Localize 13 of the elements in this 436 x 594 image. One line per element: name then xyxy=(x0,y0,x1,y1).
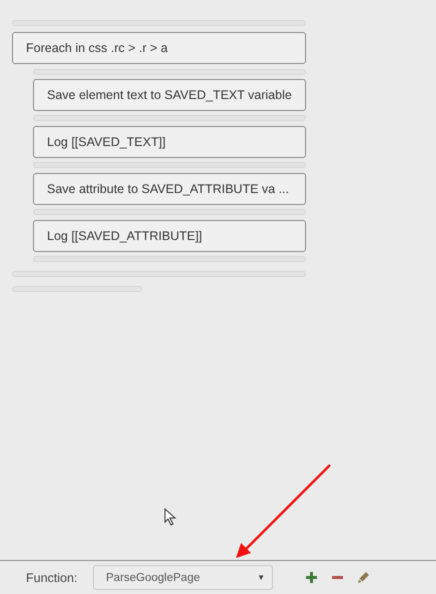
minus-icon xyxy=(332,576,342,579)
action-block[interactable]: Save element text to SAVED_TEXT variable xyxy=(33,79,306,111)
action-block[interactable]: Foreach in css .rc > .r > a xyxy=(12,32,306,64)
function-label: Function: xyxy=(26,570,78,584)
cursor-icon xyxy=(164,508,176,526)
action-block[interactable]: Save attribute to SAVED_ATTRIBUTE va ... xyxy=(33,173,306,205)
function-select[interactable]: ParseGooglePage ▼ xyxy=(93,565,273,590)
action-block[interactable]: Log [[SAVED_TEXT]] xyxy=(33,126,306,158)
action-block[interactable]: Log [[SAVED_ATTRIBUTE]] xyxy=(33,220,306,252)
pencil-icon xyxy=(358,572,368,583)
add-button[interactable] xyxy=(303,570,319,586)
plus-icon xyxy=(306,572,316,583)
edit-button[interactable] xyxy=(355,570,371,586)
